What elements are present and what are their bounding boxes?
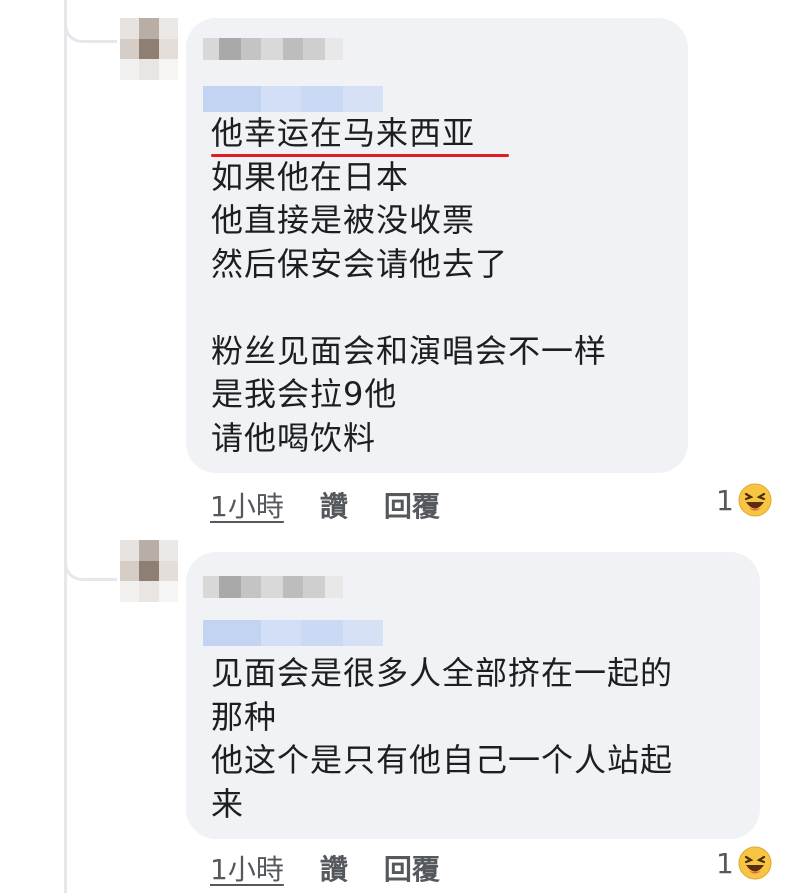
thread-line — [64, 0, 67, 893]
comment-text: 他幸运在马来西亚 如果他在日本 他直接是被没收票 然后保安会请他去了 粉丝见面会… — [211, 114, 608, 457]
blurred-author-name[interactable] — [203, 576, 343, 598]
comment-actions: 1小時 讚 回覆 — [210, 848, 440, 888]
timestamp-link[interactable]: 1小時 — [210, 485, 284, 525]
reply-button[interactable]: 回覆 — [384, 848, 440, 888]
reaction-summary[interactable]: 1 — [716, 846, 772, 880]
reply-button[interactable]: 回覆 — [384, 485, 440, 525]
avatar[interactable] — [120, 540, 178, 602]
thread-branch — [64, 548, 117, 581]
reaction-summary[interactable]: 1 — [716, 483, 772, 517]
avatar[interactable] — [120, 18, 178, 80]
reaction-count: 1 — [716, 483, 734, 517]
thread-branch — [64, 10, 117, 43]
blurred-author-link[interactable] — [203, 620, 383, 646]
comment-actions: 1小時 讚 回覆 — [210, 485, 440, 525]
comment-text: 见面会是很多人全部挤在一起的 那种 他这个是只有他自己一个人站起 来 — [211, 654, 674, 823]
laughing-emoji-icon — [738, 846, 772, 880]
blurred-author-link[interactable] — [203, 86, 383, 112]
like-button[interactable]: 讚 — [320, 848, 348, 888]
timestamp-link[interactable]: 1小時 — [210, 848, 284, 888]
like-button[interactable]: 讚 — [320, 485, 348, 525]
red-underline-annotation — [211, 154, 509, 157]
reaction-count: 1 — [716, 846, 734, 880]
laughing-emoji-icon — [738, 483, 772, 517]
blurred-author-name[interactable] — [203, 38, 343, 60]
